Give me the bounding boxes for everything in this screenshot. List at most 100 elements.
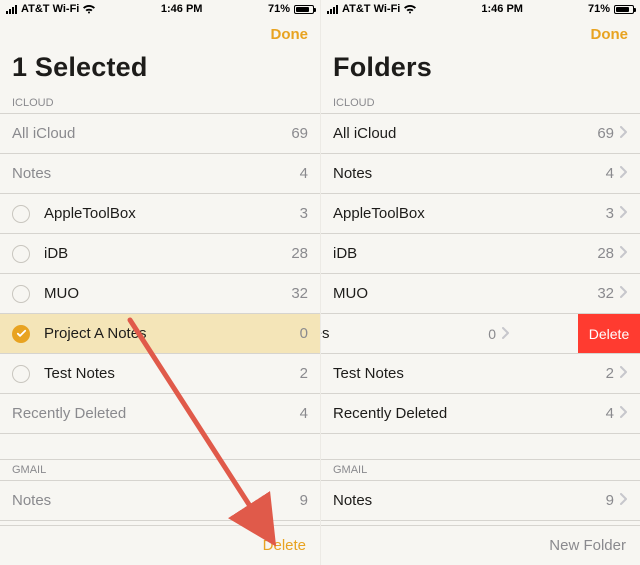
- chevron-right-icon: [620, 365, 628, 382]
- folder-count: 9: [606, 492, 614, 509]
- folder-count: 28: [291, 245, 308, 262]
- folder-row[interactable]: MUO 32: [321, 274, 640, 314]
- status-time: 1:46 PM: [95, 3, 268, 15]
- new-folder-button[interactable]: New Folder: [549, 537, 626, 554]
- section-header-icloud: ICLOUD: [0, 93, 320, 114]
- folder-label: AppleToolBox: [44, 205, 292, 222]
- page-title: Folders: [333, 52, 628, 83]
- signal-bars-icon: [327, 5, 338, 14]
- folder-label: MUO: [44, 285, 283, 302]
- folder-row[interactable]: Notes 9: [321, 481, 640, 521]
- chevron-right-icon: [620, 405, 628, 422]
- chevron-right-icon: [502, 326, 510, 342]
- folder-count: 9: [300, 492, 308, 509]
- folder-list-gmail: Notes 9: [321, 481, 640, 521]
- folder-row[interactable]: Recently Deleted 4: [321, 394, 640, 434]
- folder-count: 2: [300, 365, 308, 382]
- folder-row[interactable]: All iCloud 69: [321, 114, 640, 154]
- pane-normal-mode: AT&T Wi-Fi 1:46 PM 71% Done Folders ICLO…: [320, 0, 640, 565]
- folder-label: iDB: [44, 245, 283, 262]
- battery-pct-label: 71%: [268, 3, 290, 15]
- section-header-gmail: GMAIL: [0, 460, 320, 481]
- checkbox-icon[interactable]: [12, 285, 30, 303]
- section-header-icloud: ICLOUD: [321, 93, 640, 114]
- folder-row[interactable]: Notes 4: [321, 154, 640, 194]
- folder-count: 4: [606, 405, 614, 422]
- folder-count: 69: [291, 125, 308, 142]
- folder-label: MUO: [333, 285, 589, 302]
- folder-count: 4: [300, 165, 308, 182]
- folder-row: Recently Deleted 4: [0, 394, 320, 434]
- chevron-right-icon: [620, 492, 628, 509]
- folder-list-icloud: All iCloud 69 Notes 4 AppleToolBox 3 iDB…: [0, 114, 320, 434]
- battery-pct-label: 71%: [588, 3, 610, 15]
- folder-label: Notes: [12, 492, 292, 509]
- toolbar: Delete: [0, 525, 320, 565]
- folder-count: 69: [597, 125, 614, 142]
- folder-label: Project A Notes: [44, 325, 292, 342]
- toolbar: New Folder: [321, 525, 640, 565]
- chevron-right-icon: [620, 205, 628, 222]
- folder-count: 3: [606, 205, 614, 222]
- folder-count: 0: [300, 325, 308, 342]
- battery-icon: [614, 5, 634, 14]
- folder-row[interactable]: Test Notes 2: [321, 354, 640, 394]
- folder-count: 4: [606, 165, 614, 182]
- delete-button[interactable]: Delete: [263, 537, 306, 554]
- wifi-icon: [83, 5, 95, 14]
- folder-label: Test Notes: [333, 365, 598, 382]
- battery-icon: [294, 5, 314, 14]
- folder-count: 32: [597, 285, 614, 302]
- folder-row[interactable]: MUO 32: [0, 274, 320, 314]
- folder-row-swiped[interactable]: A Notes 0 Delete: [321, 314, 640, 354]
- folder-list-icloud: All iCloud 69 Notes 4 AppleToolBox 3 iDB…: [321, 114, 640, 434]
- folder-row[interactable]: iDB 28: [321, 234, 640, 274]
- nav-bar: Done: [0, 18, 320, 50]
- checkbox-icon[interactable]: [12, 205, 30, 223]
- status-bar: AT&T Wi-Fi 1:46 PM 71%: [0, 0, 320, 18]
- status-time: 1:46 PM: [416, 3, 588, 15]
- folder-label: Recently Deleted: [12, 405, 292, 422]
- checkbox-icon[interactable]: [12, 365, 30, 383]
- folder-label: All iCloud: [333, 125, 589, 142]
- section-header-gmail: GMAIL: [321, 460, 640, 481]
- folder-label: Notes: [333, 492, 598, 509]
- done-button[interactable]: Done: [271, 26, 309, 43]
- chevron-right-icon: [620, 245, 628, 262]
- folder-label: A Notes: [321, 325, 480, 342]
- folder-label: Test Notes: [44, 365, 292, 382]
- folder-row[interactable]: iDB 28: [0, 234, 320, 274]
- folder-row[interactable]: Test Notes 2: [0, 354, 320, 394]
- signal-bars-icon: [6, 5, 17, 14]
- folder-count: 28: [597, 245, 614, 262]
- folder-list-gmail: Notes 9: [0, 481, 320, 521]
- checkbox-icon[interactable]: [12, 245, 30, 263]
- folder-row: Notes 9: [0, 481, 320, 521]
- folder-count: 3: [300, 205, 308, 222]
- folder-row-selected[interactable]: Project A Notes 0: [0, 314, 320, 354]
- status-bar: AT&T Wi-Fi 1:46 PM 71%: [321, 0, 640, 18]
- checkbox-checked-icon[interactable]: [12, 325, 30, 343]
- folder-label: iDB: [333, 245, 589, 262]
- swipe-delete-button[interactable]: Delete: [578, 314, 640, 353]
- carrier-label: AT&T Wi-Fi: [342, 3, 400, 15]
- chevron-right-icon: [620, 285, 628, 302]
- folder-row[interactable]: AppleToolBox 3: [321, 194, 640, 234]
- folder-count: 0: [488, 326, 496, 342]
- folder-label: AppleToolBox: [333, 205, 598, 222]
- folder-row[interactable]: AppleToolBox 3: [0, 194, 320, 234]
- folder-row: All iCloud 69: [0, 114, 320, 154]
- folder-label: Recently Deleted: [333, 405, 598, 422]
- folder-label: Notes: [333, 165, 598, 182]
- folder-label: Notes: [12, 165, 292, 182]
- wifi-icon: [404, 5, 416, 14]
- done-button[interactable]: Done: [591, 26, 629, 43]
- nav-bar: Done: [321, 18, 640, 50]
- chevron-right-icon: [620, 125, 628, 142]
- folder-count: 4: [300, 405, 308, 422]
- chevron-right-icon: [620, 165, 628, 182]
- carrier-label: AT&T Wi-Fi: [21, 3, 79, 15]
- folder-count: 2: [606, 365, 614, 382]
- page-title: 1 Selected: [12, 52, 308, 83]
- pane-edit-mode: AT&T Wi-Fi 1:46 PM 71% Done 1 Selected I…: [0, 0, 320, 565]
